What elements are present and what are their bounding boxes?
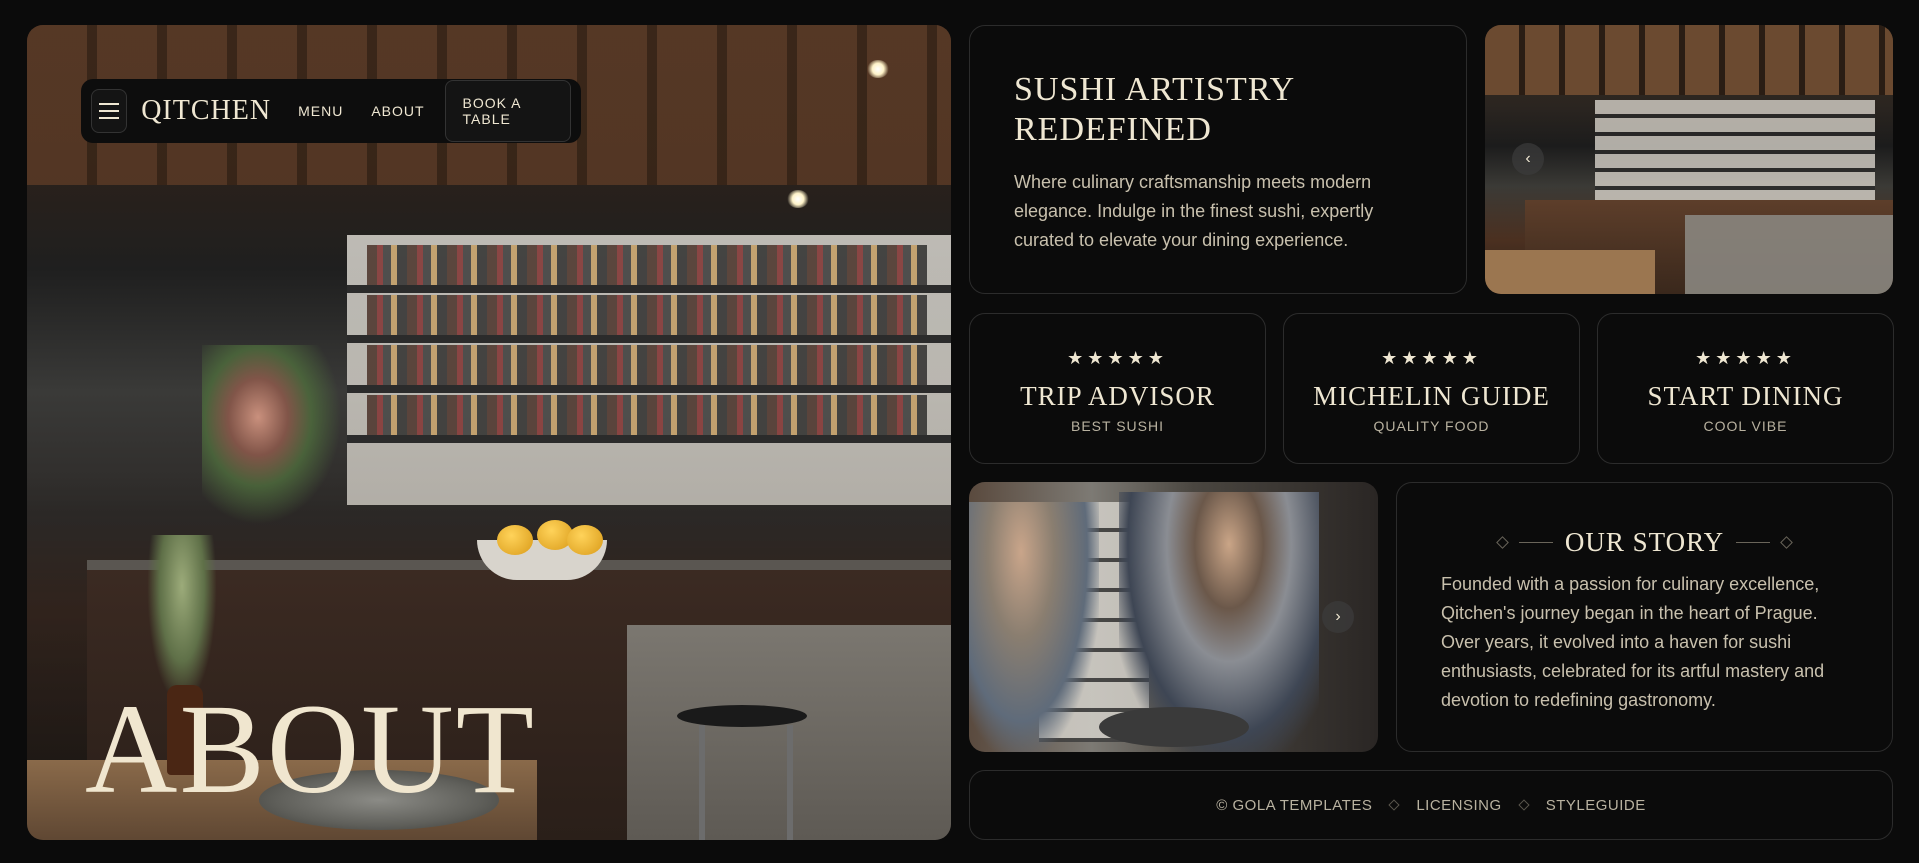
nav-link-about[interactable]: ABOUT [371, 103, 424, 119]
chevron-left-icon[interactable]: ‹ [1512, 143, 1544, 175]
divider [1736, 542, 1771, 543]
shelf-line [347, 435, 951, 443]
ceiling-light [787, 190, 809, 208]
stool-leg [787, 725, 793, 840]
ceiling-light [867, 60, 889, 78]
top-nav: QITCHEN MENU ABOUT BOOK A TABLE [81, 79, 581, 143]
bar-stool [677, 705, 807, 727]
hamburger-icon[interactable] [91, 89, 128, 133]
divider [1518, 542, 1553, 543]
footer-licensing-link[interactable]: LICENSING [1416, 797, 1501, 814]
rating-stars: ★★★★★ [1067, 348, 1168, 368]
stat-subtitle: COOL VIBE [1703, 418, 1788, 434]
restaurant-photo: ‹ [1485, 25, 1893, 294]
footer-styleguide-link[interactable]: STYLEGUIDE [1546, 797, 1646, 814]
rating-stars: ★★★★★ [1381, 348, 1482, 368]
rating-stars: ★★★★★ [1695, 348, 1796, 368]
chef-figure [969, 502, 1099, 752]
our-story-card: OUR STORY Founded with a passion for cul… [1396, 482, 1893, 752]
intro-heading: SUSHI ARTISTRY REDEFINED [1014, 71, 1294, 148]
orange [567, 525, 603, 555]
story-body: Founded with a passion for culinary exce… [1441, 574, 1825, 710]
bottles [367, 245, 927, 285]
bottles [367, 295, 927, 335]
bottles [367, 345, 927, 385]
hero-title: ABOUT [85, 678, 536, 820]
diamond-icon [1518, 799, 1530, 811]
bottles [367, 395, 927, 435]
brand-logo[interactable]: QITCHEN [141, 95, 271, 127]
stat-card-trip-advisor: ★★★★★ TRIP ADVISOR BEST SUSHI [969, 313, 1266, 464]
flower-arrangement [202, 345, 342, 525]
diamond-icon [1780, 536, 1794, 549]
shelf-line [347, 335, 951, 343]
stat-subtitle: QUALITY FOOD [1373, 418, 1490, 434]
stat-card-michelin: ★★★★★ MICHELIN GUIDE QUALITY FOOD [1283, 313, 1580, 464]
intro-card: SUSHI ARTISTRY REDEFINED Where culinary … [969, 25, 1467, 294]
stat-title: TRIP ADVISOR [1020, 381, 1215, 411]
book-table-button[interactable]: BOOK A TABLE [444, 80, 571, 142]
hero-image: ABOUT [27, 25, 951, 840]
story-heading-row: OUR STORY [1441, 527, 1848, 558]
diamond-icon [1388, 799, 1400, 811]
stool-leg [699, 725, 705, 840]
intro-body: Where culinary craftsmanship meets moder… [1014, 172, 1374, 250]
cooking-pan [1099, 707, 1249, 747]
lemon [497, 525, 533, 555]
stat-title: MICHELIN GUIDE [1313, 381, 1550, 411]
stat-card-start-dining: ★★★★★ START DINING COOL VIBE [1597, 313, 1894, 464]
photo-table [1485, 250, 1655, 294]
footer-copyright-link[interactable]: © GOLA TEMPLATES [1216, 797, 1372, 814]
photo-counter [1685, 215, 1893, 294]
stat-title: START DINING [1647, 381, 1844, 411]
footer-bar: © GOLA TEMPLATES LICENSING STYLEGUIDE [969, 770, 1893, 840]
shelf-line [347, 385, 951, 393]
chevron-right-icon[interactable]: › [1322, 601, 1354, 633]
shelf-line [347, 285, 951, 293]
chefs-photo: › [969, 482, 1378, 752]
photo-ceiling [1485, 25, 1893, 95]
story-heading: OUR STORY [1564, 527, 1725, 557]
stat-subtitle: BEST SUSHI [1071, 418, 1164, 434]
diamond-icon [1495, 536, 1509, 549]
nav-link-menu[interactable]: MENU [298, 103, 343, 119]
